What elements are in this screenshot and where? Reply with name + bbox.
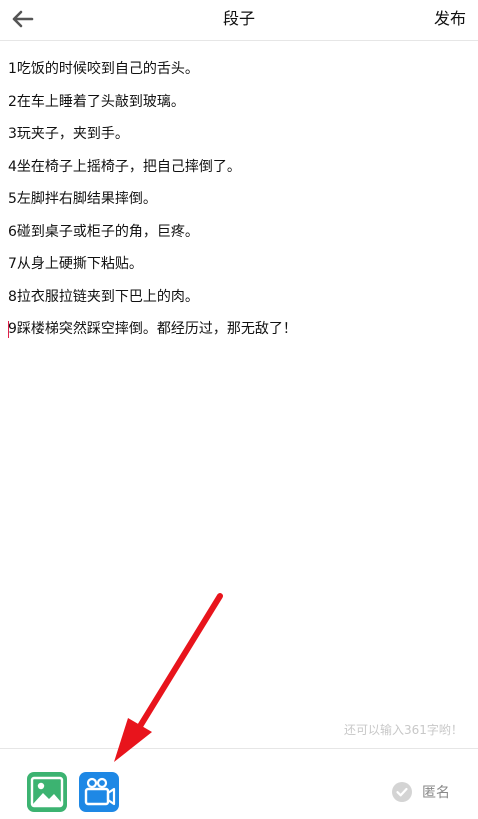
add-video-button[interactable] xyxy=(78,771,120,813)
check-circle-icon xyxy=(392,782,412,802)
text-caret xyxy=(8,321,9,338)
editor-content[interactable]: 1吃饭的时候咬到自己的舌头。 2在车上睡着了头敲到玻璃。 3玩夹子，夹到手。 4… xyxy=(8,53,468,346)
char-counter: 还可以输入361字哟！ xyxy=(344,723,463,737)
text-line: 8拉衣服拉链夹到下巴上的肉。 xyxy=(8,288,199,305)
text-line: 6碰到桌子或柜子的角，巨疼。 xyxy=(8,223,199,240)
publish-button[interactable]: 发布 xyxy=(434,0,466,40)
text-line: 4坐在椅子上摇椅子，把自己摔倒了。 xyxy=(8,158,241,175)
text-line: 3玩夹子，夹到手。 xyxy=(8,126,129,142)
image-icon xyxy=(27,772,67,812)
video-camera-icon xyxy=(79,772,119,812)
text-line: 2在车上睡着了头敲到玻璃。 xyxy=(8,93,185,110)
add-image-button[interactable] xyxy=(26,771,68,813)
bottom-toolbar: 匿名 xyxy=(0,748,478,819)
anonymous-label: 匿名 xyxy=(422,785,450,801)
text-line: 9踩楼梯突然踩空摔倒。都经历过，那无敌了！ xyxy=(8,313,468,346)
text-line-content: 9踩楼梯突然踩空摔倒。都经历过，那无敌了！ xyxy=(8,321,297,337)
top-bar: 段子 发布 xyxy=(0,0,478,41)
page-title: 段子 xyxy=(222,9,255,28)
text-editor[interactable]: 1吃饭的时候咬到自己的舌头。 2在车上睡着了头敲到玻璃。 3玩夹子，夹到手。 4… xyxy=(0,41,478,748)
text-line: 7从身上硬撕下粘贴。 xyxy=(8,256,143,272)
anonymous-toggle[interactable]: 匿名 xyxy=(392,781,450,803)
text-line: 5左脚拌右脚结果摔倒。 xyxy=(8,191,157,207)
text-line: 1吃饭的时候咬到自己的舌头。 xyxy=(8,61,199,77)
